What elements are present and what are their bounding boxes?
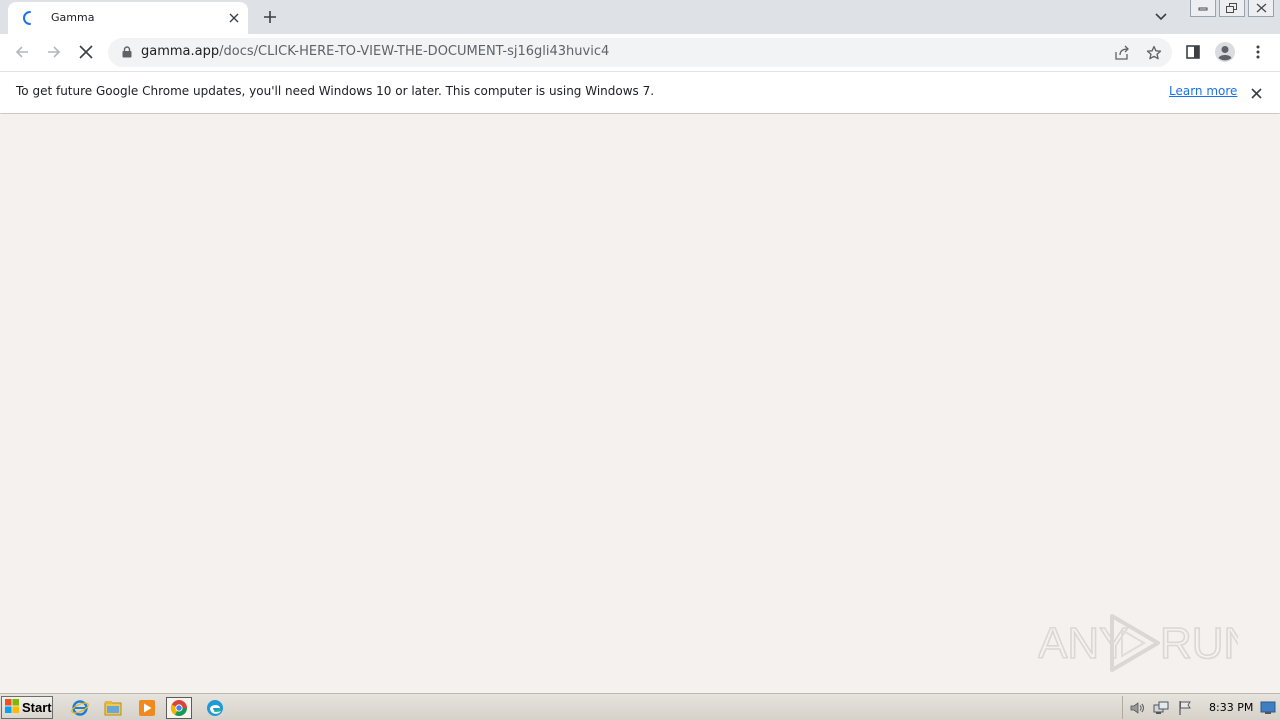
back-arrow-icon[interactable] [10,40,34,64]
url-host: gamma.app [141,44,220,59]
window-controls [1187,0,1274,18]
update-infobar: To get future Google Chrome updates, you… [0,71,1280,113]
anyrun-watermark: ANY RUN [1038,614,1238,672]
tab-gamma[interactable]: Gamma [8,2,248,34]
star-icon[interactable] [1144,43,1164,63]
forward-arrow-icon[interactable] [42,40,66,64]
windows-logo-icon [5,698,19,717]
flag-icon[interactable] [1177,700,1193,716]
file-explorer-icon[interactable] [100,697,126,719]
watermark-text-right: RUN [1160,619,1238,668]
address-bar[interactable]: gamma.app/docs/CLICK-HERE-TO-VIEW-THE-DO… [108,38,1172,67]
internet-explorer-icon[interactable] [67,697,93,719]
lock-icon[interactable] [120,45,134,59]
taskbar-clock[interactable]: 8:33 PM [1209,701,1253,714]
chevron-down-icon[interactable] [1150,6,1172,28]
stop-icon[interactable] [74,40,98,64]
media-player-icon[interactable] [134,697,160,719]
speaker-icon[interactable] [1129,700,1145,716]
tab-title: Gamma [51,11,95,24]
kebab-menu-icon[interactable] [1246,40,1270,64]
learn-more-link[interactable]: Learn more [1169,84,1237,98]
start-button[interactable]: Start [1,696,53,719]
profile-icon[interactable] [1213,40,1237,64]
system-tray: 8:33 PM [1122,696,1280,719]
side-panel-icon[interactable] [1181,40,1205,64]
infobar-message: To get future Google Chrome updates, you… [16,84,655,98]
start-label: Start [22,700,52,715]
close-icon[interactable] [1247,84,1265,102]
loading-spinner-icon [22,10,38,26]
windows-taskbar: Start 8:33 PM [0,693,1280,720]
show-desktop-icon[interactable] [1260,700,1276,716]
watermark-text-left: ANY [1038,619,1128,668]
close-window-button[interactable] [1248,0,1274,17]
plus-icon[interactable] [258,5,282,29]
edge-icon[interactable] [202,697,228,719]
tab-strip: Gamma [0,0,1280,34]
restore-button[interactable] [1219,0,1245,17]
url-path: /docs/CLICK-HERE-TO-VIEW-THE-DOCUMENT-sj… [219,44,610,59]
browser-toolbar: gamma.app/docs/CLICK-HERE-TO-VIEW-THE-DO… [0,34,1280,71]
share-icon[interactable] [1112,43,1132,63]
close-icon[interactable] [226,10,242,26]
page-content: ANY RUN [0,114,1280,693]
minimize-button[interactable] [1190,0,1216,17]
chrome-icon[interactable] [166,697,192,719]
url-text: gamma.app/docs/CLICK-HERE-TO-VIEW-THE-DO… [141,44,609,59]
network-icon[interactable] [1153,700,1169,716]
